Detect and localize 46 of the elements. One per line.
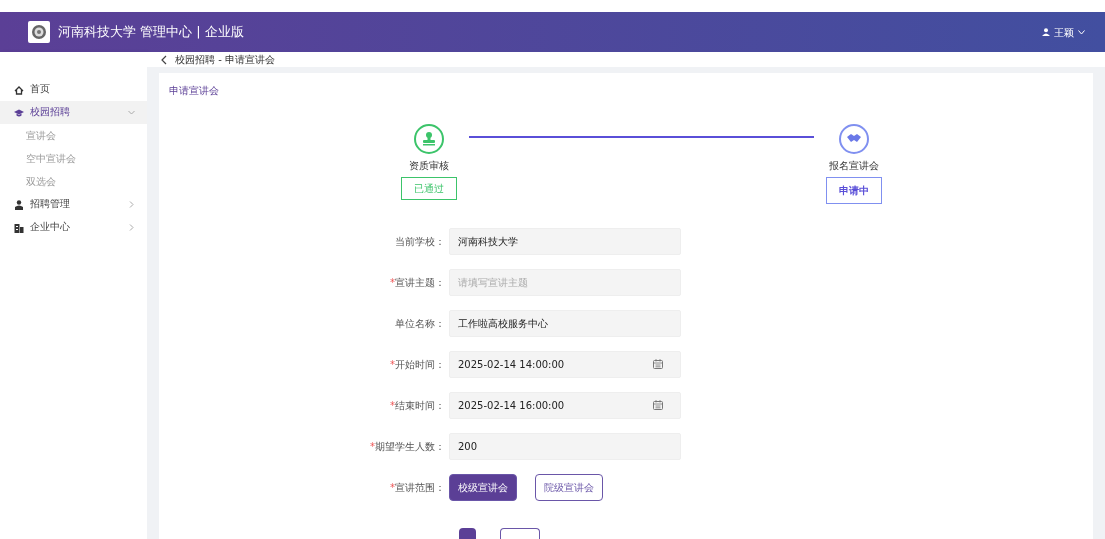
- sidebar-item[interactable]: 校园招聘: [0, 101, 147, 124]
- submit-button[interactable]: [459, 528, 476, 539]
- step-label: 报名宣讲会: [829, 159, 879, 173]
- field-label: 单位名称：: [395, 318, 445, 329]
- home-icon: [14, 84, 24, 95]
- user-icon: [1042, 28, 1050, 36]
- graduation-cap-icon: [14, 107, 24, 118]
- input-field[interactable]: 河南科技大学: [449, 228, 681, 255]
- required-mark: *: [390, 277, 395, 288]
- sidebar-item[interactable]: 招聘管理: [0, 193, 147, 216]
- required-mark: *: [390, 359, 395, 370]
- cancel-button[interactable]: [500, 528, 540, 539]
- input-field[interactable]: 200: [449, 433, 681, 460]
- chevron-right-icon: [128, 224, 135, 231]
- date-field[interactable]: 2025-02-14 14:00:00: [449, 351, 681, 378]
- step-status: 申请中: [826, 177, 882, 204]
- app-title: 河南科技大学 管理中心 | 企业版: [58, 23, 244, 42]
- chevron-down-icon: [128, 109, 135, 116]
- university-emblem-icon: [28, 21, 50, 43]
- stamp-icon: [421, 131, 437, 147]
- card-title: 申请宣讲会: [169, 84, 220, 98]
- calendar-icon: [653, 400, 663, 410]
- field-label: 宣讲主题：: [395, 277, 445, 288]
- building-icon: [14, 222, 24, 233]
- scope-option[interactable]: 院级宣讲会: [535, 474, 603, 501]
- required-mark: *: [370, 441, 375, 452]
- field-label: 宣讲范围：: [395, 482, 445, 493]
- chevron-down-icon: [1078, 29, 1085, 35]
- required-mark: *: [390, 400, 395, 411]
- field-label: 开始时间：: [395, 359, 445, 370]
- sidebar-item[interactable]: 企业中心: [0, 216, 147, 239]
- field-label: 当前学校：: [395, 236, 445, 247]
- scope-option[interactable]: 校级宣讲会: [449, 474, 517, 501]
- calendar-icon: [653, 359, 663, 369]
- input-field[interactable]: 工作啦高校服务中心: [449, 310, 681, 337]
- chevron-right-icon: [128, 201, 135, 208]
- date-field[interactable]: 2025-02-14 16:00:00: [449, 392, 681, 419]
- user-menu[interactable]: 王颖: [1036, 23, 1091, 41]
- field-label: 结束时间：: [395, 400, 445, 411]
- required-mark: *: [390, 482, 395, 493]
- breadcrumb: 校园招聘 - 申请宣讲会: [175, 53, 275, 67]
- sidebar-item[interactable]: 首页: [0, 78, 147, 101]
- step-status: 已通过: [401, 177, 457, 200]
- field-label: 期望学生人数：: [375, 441, 445, 452]
- person-icon: [14, 199, 24, 210]
- step-label: 资质审核: [409, 159, 449, 173]
